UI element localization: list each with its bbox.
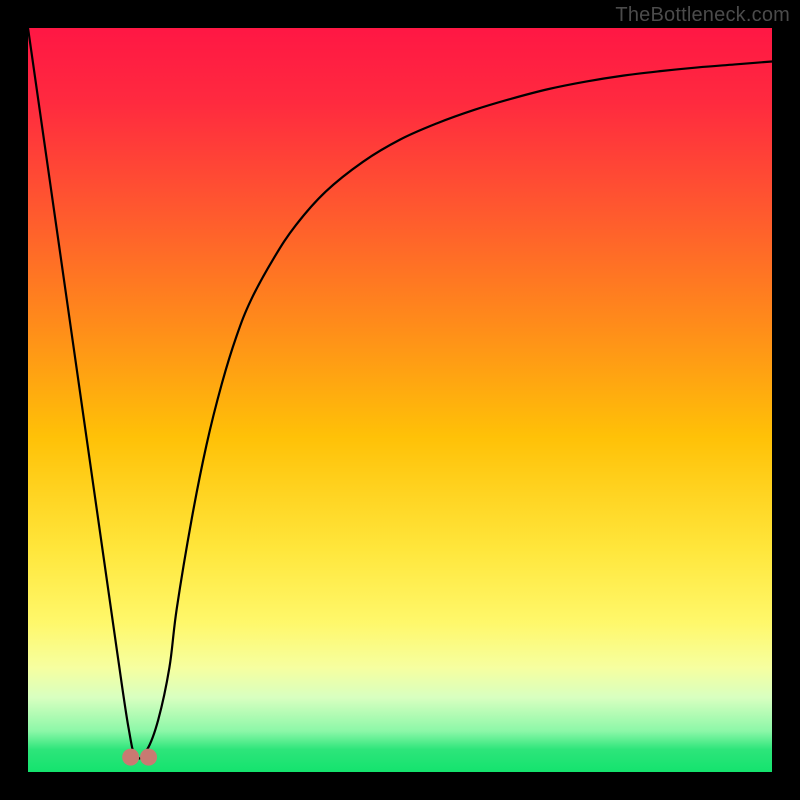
chart-svg — [28, 28, 772, 772]
minimum-marker — [122, 749, 139, 766]
minimum-marker — [140, 749, 157, 766]
plot-area — [28, 28, 772, 772]
chart-frame: TheBottleneck.com — [0, 0, 800, 800]
watermark-text: TheBottleneck.com — [615, 4, 790, 27]
